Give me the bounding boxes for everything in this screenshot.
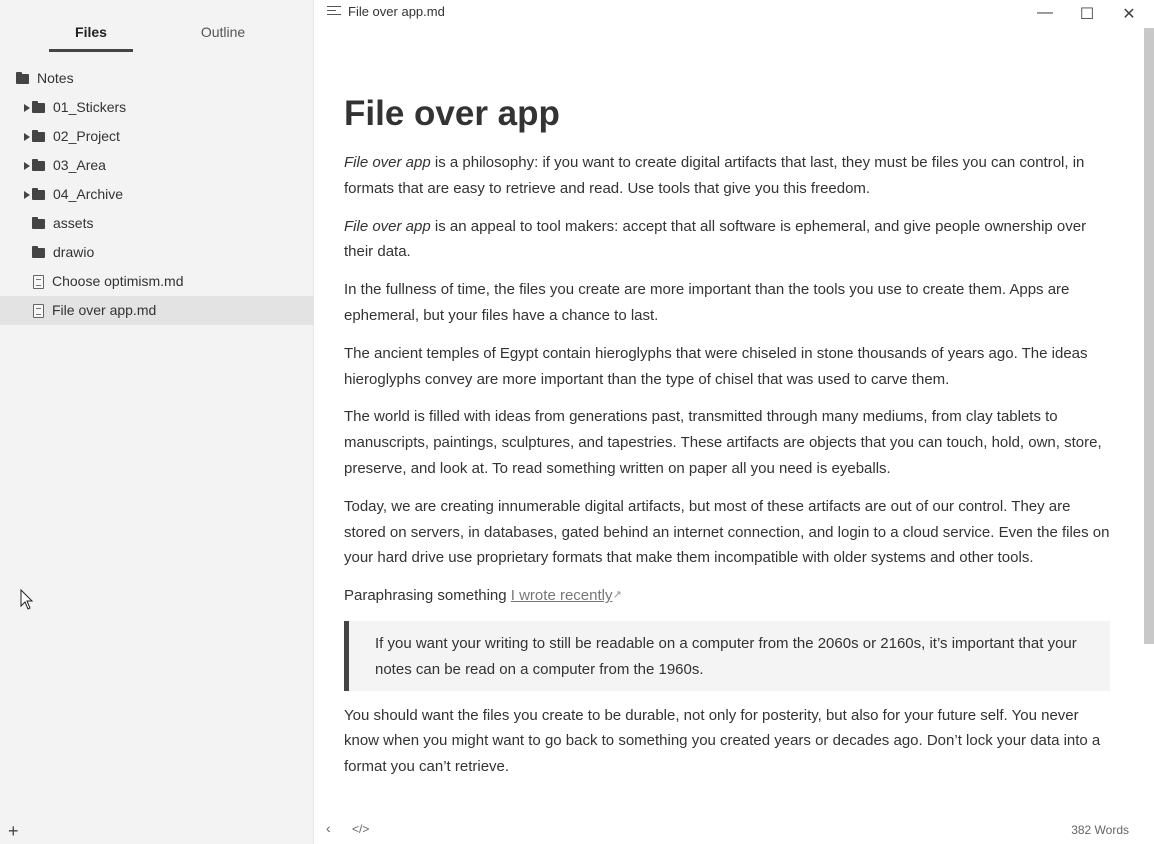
- tree-item-03-area[interactable]: 03_Area: [0, 151, 314, 180]
- paragraph: File over app is an appeal to tool maker…: [344, 214, 1110, 266]
- maximize-button[interactable]: ☐: [1078, 4, 1096, 24]
- paragraph: File over app is a philosophy: if you wa…: [344, 150, 1110, 202]
- file-tree: Notes 01_Stickers 02_Project 03_Area 04_…: [0, 64, 314, 325]
- paragraph-text: is an appeal to tool makers: accept that…: [344, 217, 1087, 261]
- back-button[interactable]: ‹: [326, 820, 331, 836]
- paragraph-text: is a philosophy: if you want to create d…: [344, 154, 1085, 197]
- caret-right-icon[interactable]: [24, 133, 30, 141]
- caret-right-icon[interactable]: [24, 104, 30, 112]
- tree-item-label: Choose optimism.md: [52, 273, 184, 289]
- tree-root-label: Notes: [37, 70, 74, 86]
- paragraph: Today, we are creating innumerable digit…: [344, 497, 1110, 567]
- tree-item-label: File over app.md: [52, 302, 157, 318]
- paragraph: In the fullness of time, the files you c…: [344, 281, 1070, 324]
- tree-root-notes[interactable]: Notes: [0, 64, 314, 93]
- tree-item-assets[interactable]: assets: [0, 209, 314, 238]
- document-title: File over app.md: [348, 4, 445, 19]
- source-mode-button[interactable]: </>: [352, 822, 369, 836]
- status-bar: ‹ </> 382 Words: [314, 814, 1154, 844]
- file-icon: [33, 275, 44, 289]
- external-link-icon: ↗: [612, 589, 622, 602]
- add-button[interactable]: +: [8, 821, 19, 842]
- titlebar: File over app.md — ☐ ✕: [314, 0, 1154, 26]
- tree-item-04-archive[interactable]: 04_Archive: [0, 180, 314, 209]
- tab-outline-label: Outline: [200, 24, 246, 40]
- tree-item-drawio[interactable]: drawio: [0, 238, 314, 267]
- editor-pane: File over app.md — ☐ ✕ File over app Fil…: [314, 0, 1154, 844]
- file-icon: [33, 304, 44, 318]
- emphasis: File over app: [344, 154, 431, 171]
- emphasis: File over app: [344, 217, 431, 235]
- close-button[interactable]: ✕: [1120, 4, 1138, 24]
- folder-icon: [16, 72, 29, 84]
- tab-outline[interactable]: Outline: [181, 14, 265, 50]
- tab-files-label: Files: [75, 24, 107, 40]
- folder-icon: [32, 246, 45, 258]
- tree-item-label: 02_Project: [53, 128, 120, 144]
- folder-icon: [32, 188, 45, 200]
- tree-item-file-over-app[interactable]: File over app.md: [0, 296, 314, 325]
- mouse-cursor-icon: [20, 589, 34, 610]
- sidebar-tabs: Files Outline: [0, 0, 314, 54]
- tree-item-label: assets: [53, 215, 94, 231]
- caret-right-icon[interactable]: [24, 162, 30, 170]
- external-link[interactable]: I wrote recently: [511, 587, 613, 604]
- folder-icon: [32, 101, 45, 113]
- menu-icon[interactable]: [327, 6, 341, 16]
- tree-item-label: 04_Archive: [53, 186, 124, 202]
- paragraph: The world is filled with ideas from gene…: [344, 408, 1102, 477]
- blockquote: If you want your writing to still be rea…: [344, 620, 1110, 691]
- document-content[interactable]: File over app File over app is a philoso…: [344, 92, 1110, 792]
- folder-icon: [32, 217, 45, 229]
- tree-item-label: drawio: [53, 244, 95, 260]
- tree-item-01-stickers[interactable]: 01_Stickers: [0, 93, 314, 122]
- paragraph: You should want the files you create to …: [344, 706, 1101, 776]
- tree-item-02-project[interactable]: 02_Project: [0, 122, 314, 151]
- active-tab-indicator: [49, 49, 133, 52]
- minimize-button[interactable]: —: [1036, 4, 1054, 22]
- document-heading: File over app: [344, 94, 560, 133]
- tree-item-choose-optimism[interactable]: Choose optimism.md: [0, 267, 314, 296]
- folder-icon: [32, 159, 45, 171]
- scrollbar[interactable]: [1144, 28, 1154, 644]
- caret-right-icon[interactable]: [24, 191, 30, 199]
- paragraph-text: Paraphrasing something: [344, 587, 511, 605]
- tab-files[interactable]: Files: [49, 14, 133, 52]
- word-count: 382 Words: [1071, 823, 1129, 837]
- tree-item-label: 03_Area: [53, 157, 106, 173]
- paragraph: Paraphrasing something I wrote recently↗: [344, 583, 1110, 609]
- folder-icon: [32, 130, 45, 142]
- tree-item-label: 01_Stickers: [53, 99, 127, 115]
- paragraph: The ancient temples of Egypt contain hie…: [344, 344, 1088, 388]
- sidebar: Files Outline Notes 01_Stickers 02_Proje…: [0, 0, 314, 844]
